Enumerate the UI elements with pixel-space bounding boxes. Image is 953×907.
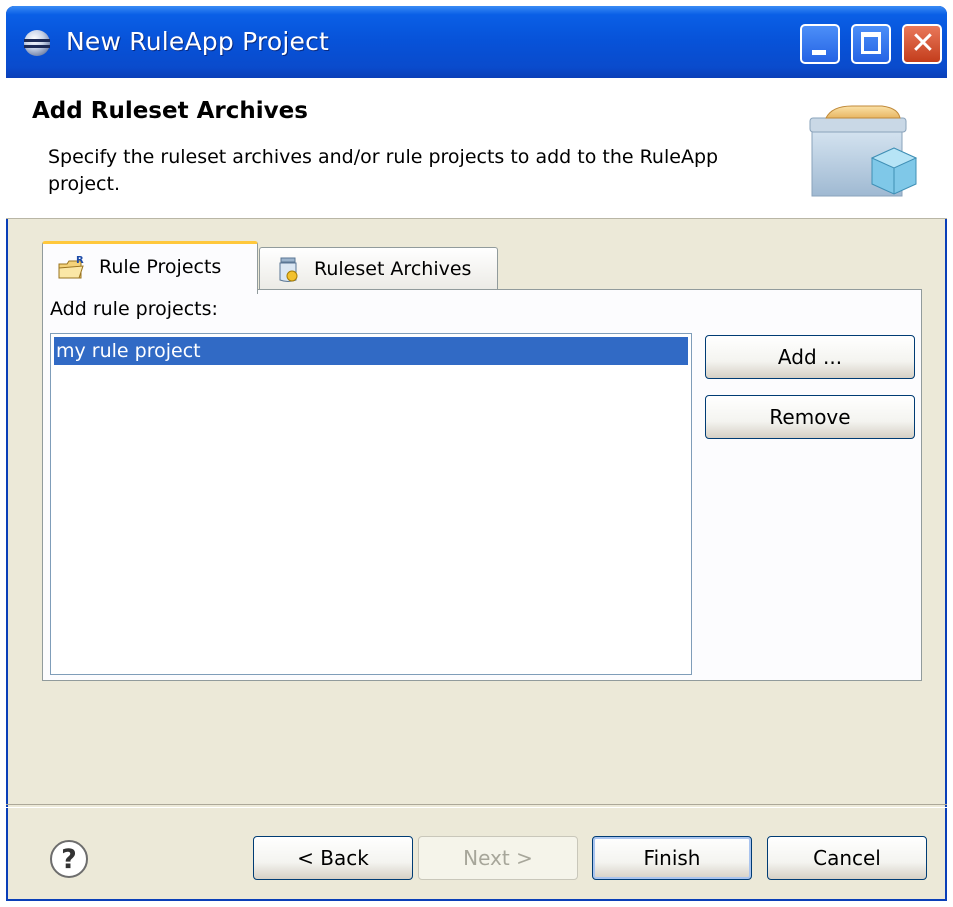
ruleapp-wizard-banner-icon — [809, 105, 918, 197]
wizard-header: Add Ruleset Archives Specify the ruleset… — [6, 78, 947, 219]
minimize-icon — [812, 50, 826, 55]
page-description: Specify the ruleset archives and/or rule… — [48, 146, 719, 195]
rule-project-folder-icon: R — [58, 255, 84, 279]
eclipse-app-icon — [24, 30, 50, 56]
rule-projects-list[interactable]: my rule project — [50, 333, 692, 675]
tab-ruleset-archives-label: Ruleset Archives — [314, 258, 472, 280]
tab-rule-projects-label: Rule Projects — [99, 256, 222, 278]
help-icon[interactable]: ? — [50, 840, 88, 878]
rule-projects-panel: Add rule projects: my rule project Add .… — [42, 289, 922, 681]
back-button[interactable]: < Back — [253, 836, 413, 880]
add-button[interactable]: Add ... — [705, 335, 915, 379]
page-title: Add Ruleset Archives — [32, 98, 308, 124]
close-icon: ✕ — [910, 26, 936, 61]
svg-text:R: R — [76, 255, 84, 266]
cancel-button[interactable]: Cancel — [767, 836, 927, 880]
tab-ruleset-archives[interactable]: Ruleset Archives — [259, 247, 498, 289]
list-item[interactable]: my rule project — [54, 337, 688, 365]
ruleset-archive-jar-icon — [279, 257, 298, 282]
close-button[interactable]: ✕ — [902, 24, 942, 64]
title-bar[interactable]: New RuleApp Project ✕ — [6, 6, 947, 78]
wizard-window: New RuleApp Project ✕ Add Ruleset Archiv… — [6, 6, 947, 901]
maximize-icon — [861, 32, 881, 54]
finish-button[interactable]: Finish — [592, 836, 752, 880]
tab-folder: R Rule Projects Ruleset Archives Add rul… — [42, 241, 922, 681]
footer-divider — [6, 804, 947, 808]
maximize-button[interactable] — [851, 24, 891, 64]
minimize-button[interactable] — [800, 24, 840, 64]
next-button[interactable]: Next > — [418, 836, 578, 880]
tab-rule-projects[interactable]: R Rule Projects — [42, 241, 258, 294]
window-title: New RuleApp Project — [66, 27, 330, 56]
remove-button[interactable]: Remove — [705, 395, 915, 439]
add-rule-projects-label: Add rule projects: — [50, 298, 218, 320]
